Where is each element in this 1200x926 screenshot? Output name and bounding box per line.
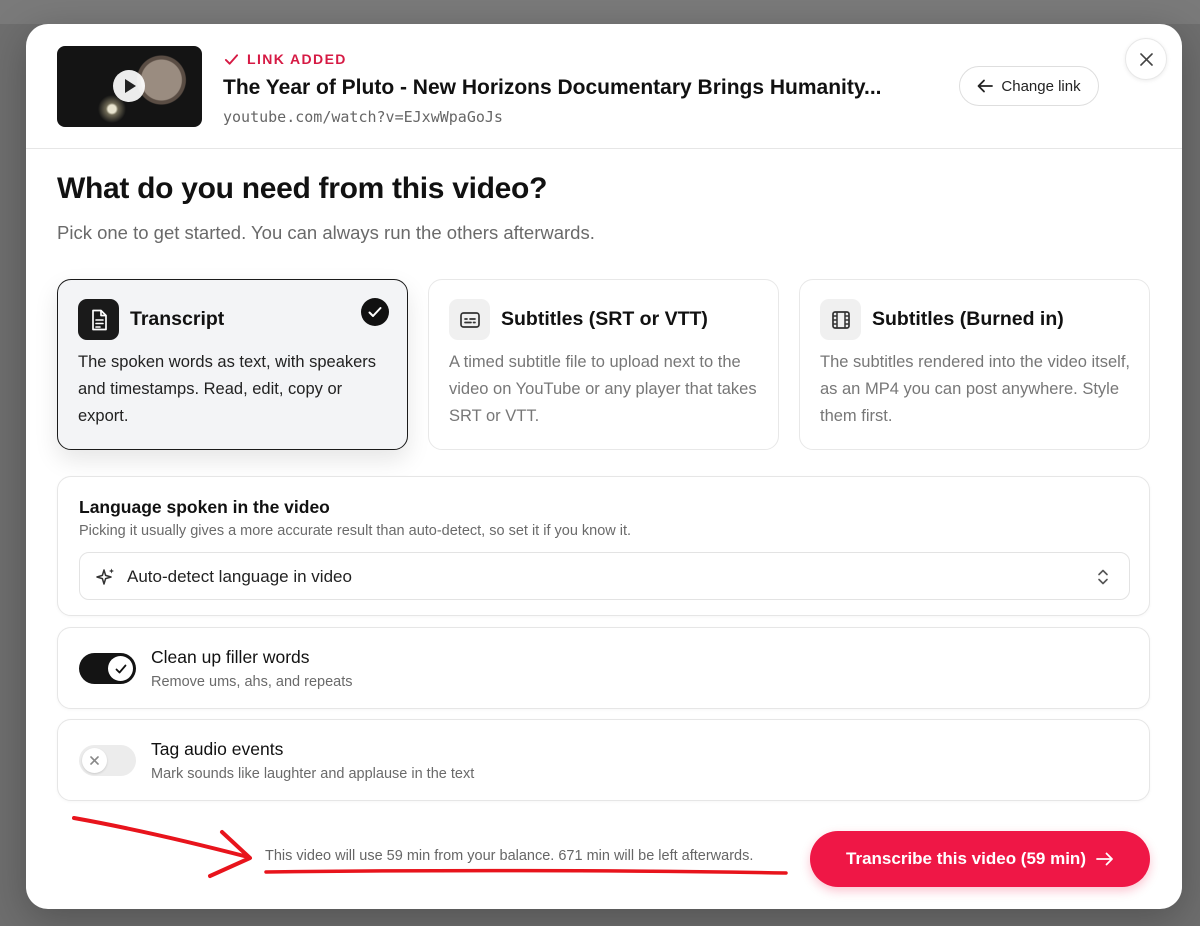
language-hint: Picking it usually gives a more accurate… [79, 523, 632, 539]
toggle-description: Mark sounds like laughter and applause i… [151, 766, 475, 782]
option-description: The spoken words as text, with speakers … [78, 353, 377, 425]
language-select-value: Auto-detect language in video [127, 567, 352, 586]
x-icon [90, 756, 99, 765]
option-title: Transcript [130, 308, 225, 330]
change-link-label: Change link [1001, 77, 1081, 95]
arrow-left-icon [977, 79, 994, 93]
page-subtitle: Pick one to get started. You can always … [57, 222, 595, 243]
transcribe-button-label: Transcribe this video (59 min) [846, 849, 1086, 868]
filler-words-panel: Clean up filler words Remove ums, ahs, a… [57, 627, 1150, 709]
toggle-knob [82, 748, 107, 773]
option-card-subtitles-burned[interactable]: Subtitles (Burned in) The subtitles rend… [799, 279, 1150, 450]
arrow-right-icon [1096, 852, 1113, 866]
toggle-title: Clean up filler words [151, 647, 310, 667]
check-icon [115, 664, 126, 673]
video-url: youtube.com/watch?v=EJxwWpaGoJs [223, 108, 503, 126]
option-title: Subtitles (SRT or VTT) [501, 308, 708, 330]
option-description: A timed subtitle file to upload next to … [449, 353, 757, 425]
balance-info: This video will use 59 min from your bal… [265, 848, 754, 864]
play-icon[interactable] [113, 70, 145, 102]
captions-icon [449, 299, 490, 340]
chevron-updown-icon [1098, 569, 1108, 585]
option-card-subtitles-file[interactable]: Subtitles (SRT or VTT) A timed subtitle … [428, 279, 779, 450]
film-icon [820, 299, 861, 340]
language-title: Language spoken in the video [79, 497, 330, 517]
transcribe-modal: LINK ADDED The Year of Pluto - New Horiz… [26, 24, 1182, 909]
selected-check-icon [361, 298, 389, 326]
video-title: The Year of Pluto - New Horizons Documen… [223, 76, 882, 99]
close-button[interactable] [1125, 38, 1167, 80]
video-thumbnail[interactable] [57, 46, 202, 127]
language-panel: Language spoken in the video Picking it … [57, 476, 1150, 616]
filler-words-toggle[interactable] [79, 653, 136, 684]
modal-header: LINK ADDED The Year of Pluto - New Horiz… [26, 24, 1182, 149]
transcribe-button[interactable]: Transcribe this video (59 min) [810, 831, 1150, 887]
change-link-button[interactable]: Change link [959, 66, 1099, 106]
status-label: LINK ADDED [247, 51, 347, 67]
option-card-transcript[interactable]: Transcript The spoken words as text, wit… [57, 279, 408, 450]
page-title: What do you need from this video? [57, 172, 548, 205]
audio-events-toggle[interactable] [79, 745, 136, 776]
toggle-title: Tag audio events [151, 739, 284, 759]
document-icon [78, 299, 119, 340]
page-backdrop [0, 0, 1200, 24]
sparkle-icon [96, 568, 114, 585]
audio-events-panel: Tag audio events Mark sounds like laught… [57, 719, 1150, 801]
toggle-knob [108, 656, 133, 681]
option-description: The subtitles rendered into the video it… [820, 353, 1131, 425]
close-icon [1139, 52, 1153, 66]
language-select[interactable]: Auto-detect language in video [79, 552, 1130, 600]
toggle-description: Remove ums, ahs, and repeats [151, 674, 353, 690]
option-title: Subtitles (Burned in) [872, 308, 1064, 330]
check-icon [224, 53, 239, 65]
link-added-status: LINK ADDED [224, 50, 347, 68]
